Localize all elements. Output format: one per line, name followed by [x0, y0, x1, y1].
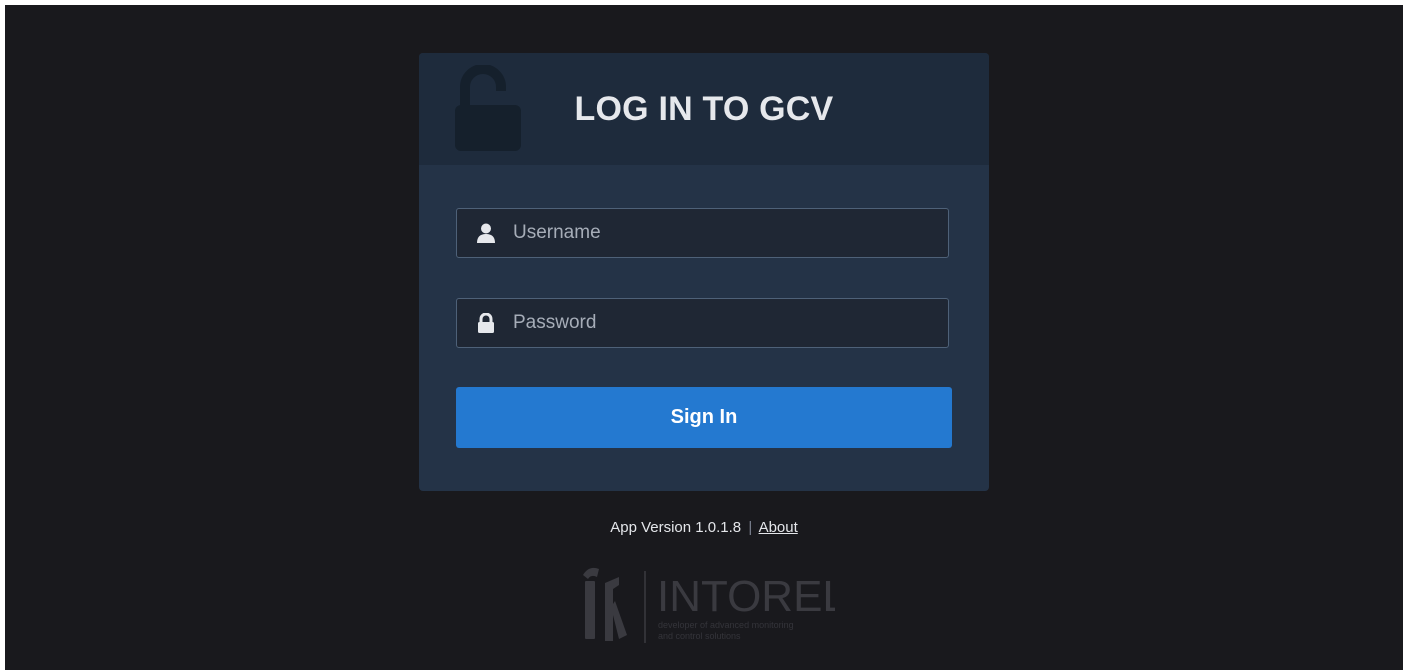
username-field[interactable]: [456, 208, 949, 258]
version-footer: App Version 1.0.1.8 | About: [419, 519, 989, 536]
sign-in-button[interactable]: Sign In: [456, 387, 952, 448]
login-card: LOG IN TO GCV Sign In: [419, 53, 989, 491]
user-icon: [477, 223, 495, 243]
logo-tagline-line1: developer of advanced monitoring: [658, 620, 794, 630]
about-link[interactable]: About: [759, 519, 798, 536]
intorel-logo: INTOREL developer of advanced monitoring…: [583, 567, 835, 643]
login-page: LOG IN TO GCV Sign In App Version 1.0.1.…: [5, 5, 1403, 670]
footer-separator: |: [748, 519, 753, 536]
lock-icon: [478, 313, 494, 333]
logo-tagline-line2: and control solutions: [658, 631, 741, 641]
username-input[interactable]: [513, 209, 933, 257]
page-title: LOG IN TO GCV: [574, 90, 834, 128]
logo-wordmark: INTOREL: [657, 572, 835, 621]
login-card-header: LOG IN TO GCV: [419, 53, 989, 165]
password-field[interactable]: [456, 298, 949, 348]
password-input[interactable]: [513, 299, 933, 347]
app-version: App Version 1.0.1.8: [610, 519, 742, 536]
